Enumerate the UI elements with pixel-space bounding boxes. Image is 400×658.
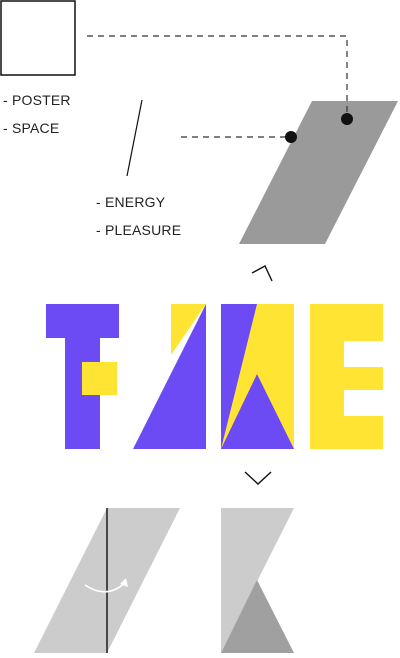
dashed-connector-top [87, 35, 348, 119]
chevron-down-icon [244, 471, 272, 485]
poster-square [0, 0, 76, 76]
label-pleasure: - PLEASURE [96, 222, 182, 238]
chevron-up-icon [251, 265, 273, 282]
take-logo [46, 304, 383, 449]
label-poster: - POSTER [3, 92, 71, 108]
energy-parallelogram [239, 101, 398, 244]
connector-dot-top [341, 113, 353, 125]
label-space: - SPACE [3, 120, 60, 136]
connector-dot-left [285, 131, 297, 143]
label-energy: - ENERGY [96, 194, 166, 210]
divider-line [126, 99, 143, 177]
concept-diagram: - POSTER - SPACE - ENERGY - PLEASURE [0, 0, 400, 653]
